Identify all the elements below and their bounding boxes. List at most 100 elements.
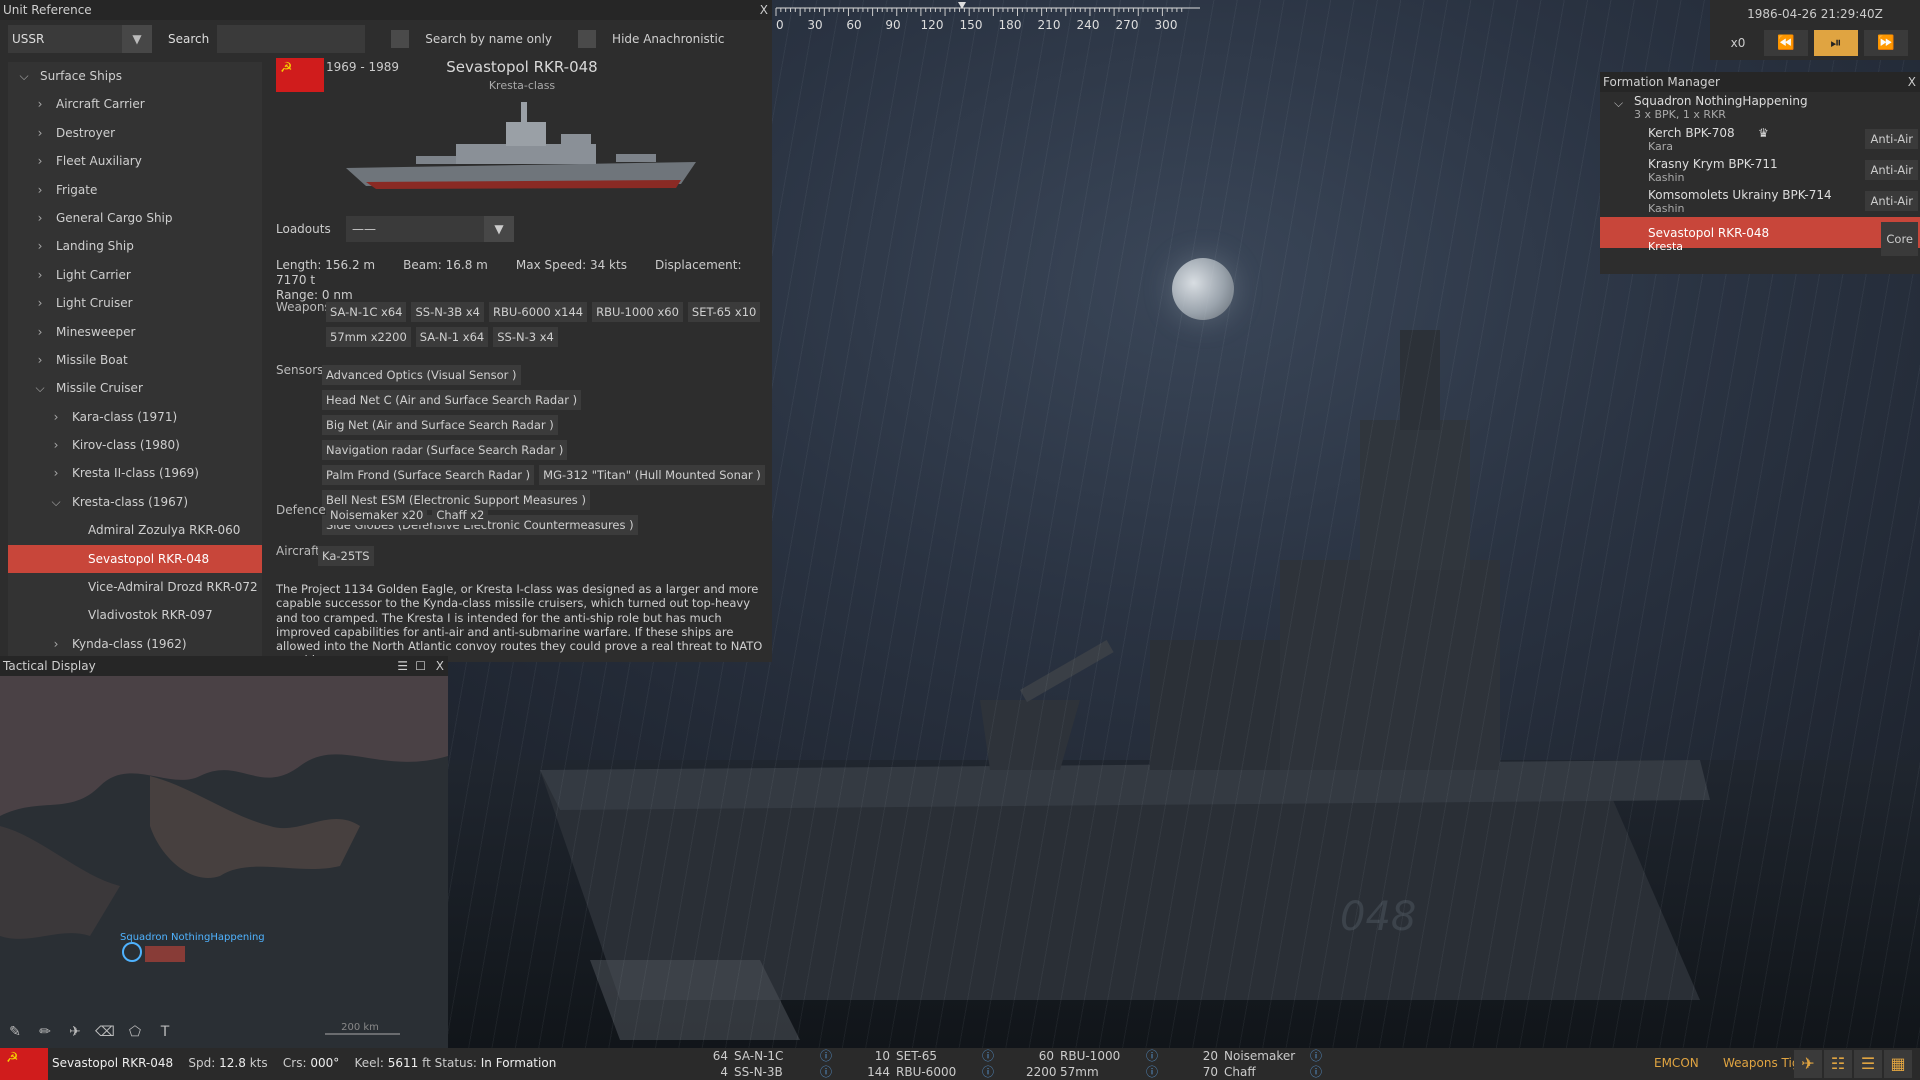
chevron-right-icon[interactable]: › <box>32 90 48 118</box>
weapon-chip[interactable]: SA-N-1C x64 <box>326 302 407 322</box>
tree-item[interactable]: › Landing Ship <box>8 232 262 260</box>
play-pause-button[interactable]: ⏯ <box>1814 30 1858 56</box>
chevron-right-icon[interactable]: › <box>48 431 64 459</box>
chevron-right-icon[interactable]: › <box>32 176 48 204</box>
tree-item[interactable]: › Missile Boat <box>8 346 262 374</box>
info-icon[interactable]: ⓘ <box>1146 1065 1158 1079</box>
info-icon[interactable]: ⓘ <box>820 1065 832 1079</box>
tree-item[interactable]: › Fleet Auxiliary <box>8 147 262 175</box>
chevron-right-icon[interactable]: › <box>48 630 64 658</box>
chevron-down-icon[interactable]: ⌵ <box>1614 96 1623 111</box>
chevron-right-icon[interactable]: › <box>32 232 48 260</box>
text-tool-icon[interactable]: T <box>154 1024 176 1046</box>
search-input[interactable] <box>217 25 366 53</box>
eraser-tool-icon[interactable]: ⌫ <box>94 1024 116 1046</box>
weapon-chip[interactable]: RBU-6000 x144 <box>488 302 588 322</box>
formation-role-button[interactable]: Anti-Air <box>1865 129 1918 149</box>
grid-icon[interactable]: ▦ <box>1884 1050 1912 1078</box>
hide-anachronistic-checkbox[interactable] <box>578 30 597 48</box>
fast-forward-button[interactable]: ⏩ <box>1864 30 1908 56</box>
info-icon[interactable]: ⓘ <box>982 1065 994 1079</box>
pencil-tool-icon[interactable]: ✏ <box>34 1024 56 1046</box>
formation-role-button[interactable]: Core <box>1881 222 1918 256</box>
chevron-down-icon[interactable]: ▼ <box>122 25 152 53</box>
formation-unit-row[interactable]: Kerch BPK-708 ♛ Kara Anti-Air <box>1600 124 1920 155</box>
tree-item[interactable]: ⌵ Kresta-class (1967) <box>8 488 262 516</box>
sensor-chip[interactable]: Big Net (Air and Surface Search Radar ) <box>322 415 558 435</box>
squadron-row[interactable]: ⌵ Squadron NothingHappening 3 x BPK, 1 x… <box>1600 94 1920 121</box>
sensor-chip[interactable]: Head Net C (Air and Surface Search Radar… <box>322 390 582 410</box>
tree-item[interactable]: › Frigate <box>8 176 262 204</box>
tree-item[interactable]: Admiral Zozulya RKR-060 <box>8 516 262 544</box>
info-icon[interactable]: ⓘ <box>820 1049 832 1063</box>
chevron-right-icon[interactable]: › <box>32 119 48 147</box>
formation-role-button[interactable]: Anti-Air <box>1865 160 1918 180</box>
weapon-chip[interactable]: SS-N-3B x4 <box>411 302 484 322</box>
chevron-right-icon[interactable]: › <box>48 459 64 487</box>
loadout-select[interactable]: —— ▼ <box>346 216 514 242</box>
tree-item[interactable]: ⌵ Missile Cruiser <box>8 374 262 402</box>
tree-item[interactable]: Sevastopol RKR-048 <box>8 544 262 574</box>
sensor-chip[interactable]: MG-312 "Titan" (Hull Mounted Sonar ) <box>539 465 765 485</box>
menu-icon[interactable]: ☰ <box>397 656 408 676</box>
formation-unit-row[interactable]: Sevastopol RKR-048 Kresta Core <box>1600 217 1920 256</box>
close-tactical-display-button[interactable]: X <box>436 656 444 676</box>
time-scale-ruler[interactable]: 03060901201501802102402703003 <box>772 0 1200 34</box>
tree-item[interactable]: › Kirov-class (1980) <box>8 431 262 459</box>
chevron-right-icon[interactable]: › <box>32 147 48 175</box>
weapon-chip[interactable]: SA-N-1 x64 <box>415 327 489 347</box>
ruler-tool-icon[interactable]: ✎ <box>4 1024 26 1046</box>
aircraft-chip[interactable]: Ka-25TS <box>318 546 374 566</box>
chevron-down-icon[interactable]: ⌵ <box>48 488 64 516</box>
sensor-chip[interactable]: Navigation radar (Surface Search Radar ) <box>322 440 568 460</box>
sensor-chip[interactable]: Advanced Optics (Visual Sensor ) <box>322 365 521 385</box>
aircraft-icon[interactable]: ✈ <box>1794 1050 1822 1078</box>
weapon-chip[interactable]: SS-N-3 x4 <box>493 327 558 347</box>
formation-icon[interactable]: ☷ <box>1824 1050 1852 1078</box>
tree-item[interactable]: Vladivostok RKR-097 <box>8 601 262 629</box>
info-icon[interactable]: ⓘ <box>1310 1065 1322 1079</box>
weapon-chip[interactable]: 57mm x2200 <box>326 327 411 347</box>
list-icon[interactable]: ☰ <box>1854 1050 1882 1078</box>
formation-unit-row[interactable]: Komsomolets Ukrainy BPK-714 Kashin Anti-Ai… <box>1600 186 1920 217</box>
chevron-right-icon[interactable]: › <box>32 289 48 317</box>
nation-select[interactable]: USSR ▼ <box>8 25 152 53</box>
tree-item[interactable]: › Light Carrier <box>8 261 262 289</box>
weapon-chip[interactable]: RBU-1000 x60 <box>592 302 683 322</box>
formation-manager-titlebar[interactable]: Formation Manager X <box>1600 72 1920 92</box>
polygon-tool-icon[interactable]: ⬠ <box>124 1024 146 1046</box>
tree-item[interactable]: › Destroyer <box>8 119 262 147</box>
rewind-button[interactable]: ⏪ <box>1764 30 1808 56</box>
chevron-down-icon[interactable]: ⌵ <box>32 374 48 402</box>
tree-item[interactable]: Vice-Admiral Drozd RKR-072 <box>8 573 262 601</box>
formation-unit-row[interactable]: Krasny Krym BPK-711 Kashin Anti-Air <box>1600 155 1920 186</box>
search-by-name-checkbox[interactable] <box>391 30 410 48</box>
tree-item[interactable]: › Minesweeper <box>8 318 262 346</box>
tactical-display-titlebar[interactable]: Tactical Display ☰ ☐ X <box>0 656 448 676</box>
chevron-down-icon[interactable]: ▼ <box>484 216 514 242</box>
unit-reference-titlebar[interactable]: Unit Reference X <box>0 0 772 20</box>
tree-item[interactable]: › Light Cruiser <box>8 289 262 317</box>
info-icon[interactable]: ⓘ <box>1146 1049 1158 1063</box>
close-unit-reference-button[interactable]: X <box>760 0 768 20</box>
tree-item[interactable]: › Kynda-class (1962) <box>8 630 262 658</box>
tree-item[interactable]: › Kresta II-class (1969) <box>8 459 262 487</box>
chevron-right-icon[interactable]: › <box>32 204 48 232</box>
sensor-chip[interactable]: Palm Frond (Surface Search Radar ) <box>322 465 535 485</box>
chevron-right-icon[interactable]: › <box>48 403 64 431</box>
chevron-right-icon[interactable]: › <box>32 318 48 346</box>
defence-chip[interactable]: Chaff x2 <box>432 505 489 525</box>
pin-tool-icon[interactable]: ✈ <box>64 1024 86 1046</box>
defence-chip[interactable]: Noisemaker x20 <box>326 505 428 525</box>
tree-item[interactable]: › Aircraft Carrier <box>8 90 262 118</box>
emcon-button[interactable]: EMCON <box>1654 1056 1699 1070</box>
info-icon[interactable]: ⓘ <box>982 1049 994 1063</box>
close-formation-manager-button[interactable]: X <box>1908 72 1916 92</box>
weapon-chip[interactable]: SET-65 x10 <box>687 302 761 322</box>
tree-item[interactable]: ⌵ Surface Ships <box>8 62 262 90</box>
chevron-down-icon[interactable]: ⌵ <box>16 62 32 90</box>
maximize-icon[interactable]: ☐ <box>415 656 426 676</box>
info-icon[interactable]: ⓘ <box>1310 1049 1322 1063</box>
tree-item[interactable]: › Kara-class (1971) <box>8 403 262 431</box>
tactical-map[interactable]: Squadron NothingHappening 200 km ✎ ✏ ✈ ⌫… <box>0 676 448 1048</box>
